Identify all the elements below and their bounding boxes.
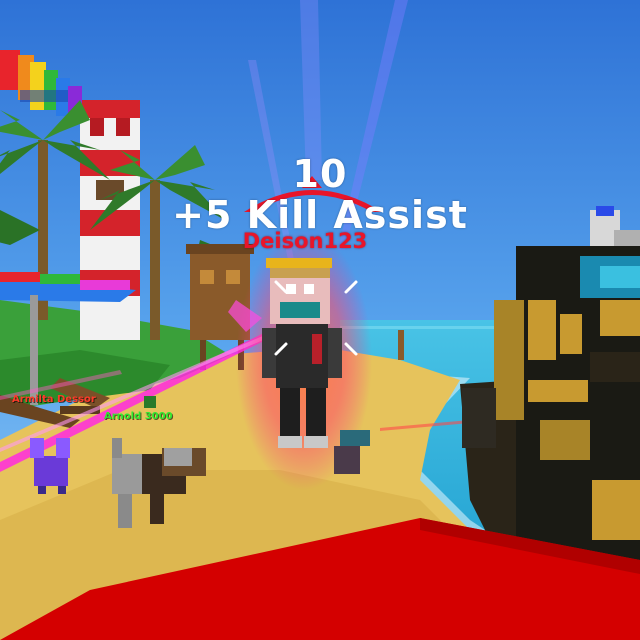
distant-post	[398, 330, 404, 360]
player-nameplate: Arnold 3000	[104, 411, 173, 422]
player-nameplate: Armilta Dessor	[12, 394, 96, 405]
target-player-name: Deison123	[242, 229, 368, 253]
lighthouse	[80, 100, 140, 340]
green-marker	[144, 396, 156, 408]
game-viewport[interactable]	[0, 0, 640, 640]
